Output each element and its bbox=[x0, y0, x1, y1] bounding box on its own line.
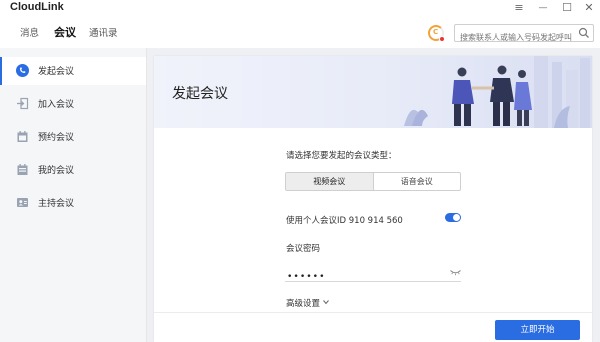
sidebar-item-start-meeting[interactable]: 发起会议 bbox=[0, 57, 146, 85]
personal-meeting-toggle[interactable] bbox=[445, 213, 461, 222]
password-field-wrapper bbox=[285, 264, 461, 285]
eye-closed-icon[interactable] bbox=[450, 269, 461, 276]
personal-meeting-label: 使用个人会议ID 910 914 560 bbox=[286, 216, 403, 226]
meeting-type-toggle: 视频会议 语音会议 bbox=[285, 172, 461, 191]
sidebar-item-join-meeting[interactable]: 加入会议 bbox=[0, 90, 146, 118]
sidebar-item-label: 主持会议 bbox=[38, 199, 75, 209]
tab-messages[interactable]: 消息 bbox=[20, 25, 39, 39]
sidebar-item-label: 预约会议 bbox=[38, 133, 75, 143]
advanced-settings-label: 高级设置 bbox=[286, 299, 321, 309]
meeting-illustration bbox=[404, 56, 590, 128]
password-input[interactable] bbox=[285, 269, 435, 285]
tab-contacts[interactable]: 通讯录 bbox=[89, 25, 118, 39]
start-meeting-card: 发起会议 请选择您要发起的会议类型： 视频会议 语音会议 使用个人会议ID 91… bbox=[154, 56, 592, 342]
tab-meetings[interactable]: 会议 bbox=[54, 24, 76, 40]
password-label: 会议密码 bbox=[286, 244, 321, 254]
sidebar: 发起会议 加入会议 预约会议 我的会议 主持会议 bbox=[0, 48, 147, 342]
sidebar-item-host-meeting[interactable]: 主持会议 bbox=[0, 189, 146, 217]
enter-icon bbox=[17, 97, 29, 110]
sidebar-item-schedule-meeting[interactable]: 预约会议 bbox=[0, 123, 146, 151]
main-panel: 发起会议 请选择您要发起的会议类型： 视频会议 语音会议 使用个人会议ID 91… bbox=[147, 48, 600, 342]
start-now-button[interactable]: 立即开始 bbox=[495, 320, 580, 340]
sidebar-item-label: 发起会议 bbox=[38, 67, 75, 77]
user-status-icon[interactable]: C bbox=[428, 25, 445, 42]
phone-icon bbox=[16, 64, 29, 77]
divider bbox=[154, 312, 592, 313]
audio-meeting-button[interactable]: 语音会议 bbox=[374, 173, 461, 190]
minimize-icon[interactable]: — bbox=[534, 0, 552, 16]
video-meeting-button[interactable]: 视频会议 bbox=[286, 173, 374, 190]
title-bar: CloudLink ≡ — ☐ ✕ bbox=[0, 0, 600, 16]
search-box bbox=[454, 24, 594, 46]
calendar-icon bbox=[17, 131, 28, 142]
sidebar-item-label: 我的会议 bbox=[38, 166, 75, 176]
sidebar-item-my-meetings[interactable]: 我的会议 bbox=[0, 156, 146, 184]
calendar-list-icon bbox=[17, 164, 28, 175]
sidebar-item-label: 加入会议 bbox=[38, 100, 75, 110]
chevron-down-icon bbox=[323, 300, 329, 305]
banner: 发起会议 bbox=[154, 56, 592, 128]
meeting-type-prompt: 请选择您要发起的会议类型： bbox=[286, 151, 397, 161]
menu-icon[interactable]: ≡ bbox=[510, 0, 528, 16]
page-title: 发起会议 bbox=[172, 86, 228, 102]
app-title: CloudLink bbox=[10, 1, 64, 13]
maximize-icon[interactable]: ☐ bbox=[558, 0, 576, 16]
advanced-settings-toggle[interactable]: 高级设置 bbox=[286, 297, 329, 309]
search-input[interactable] bbox=[455, 29, 575, 46]
host-icon bbox=[17, 198, 28, 207]
close-icon[interactable]: ✕ bbox=[580, 0, 598, 16]
search-icon[interactable] bbox=[578, 27, 590, 39]
